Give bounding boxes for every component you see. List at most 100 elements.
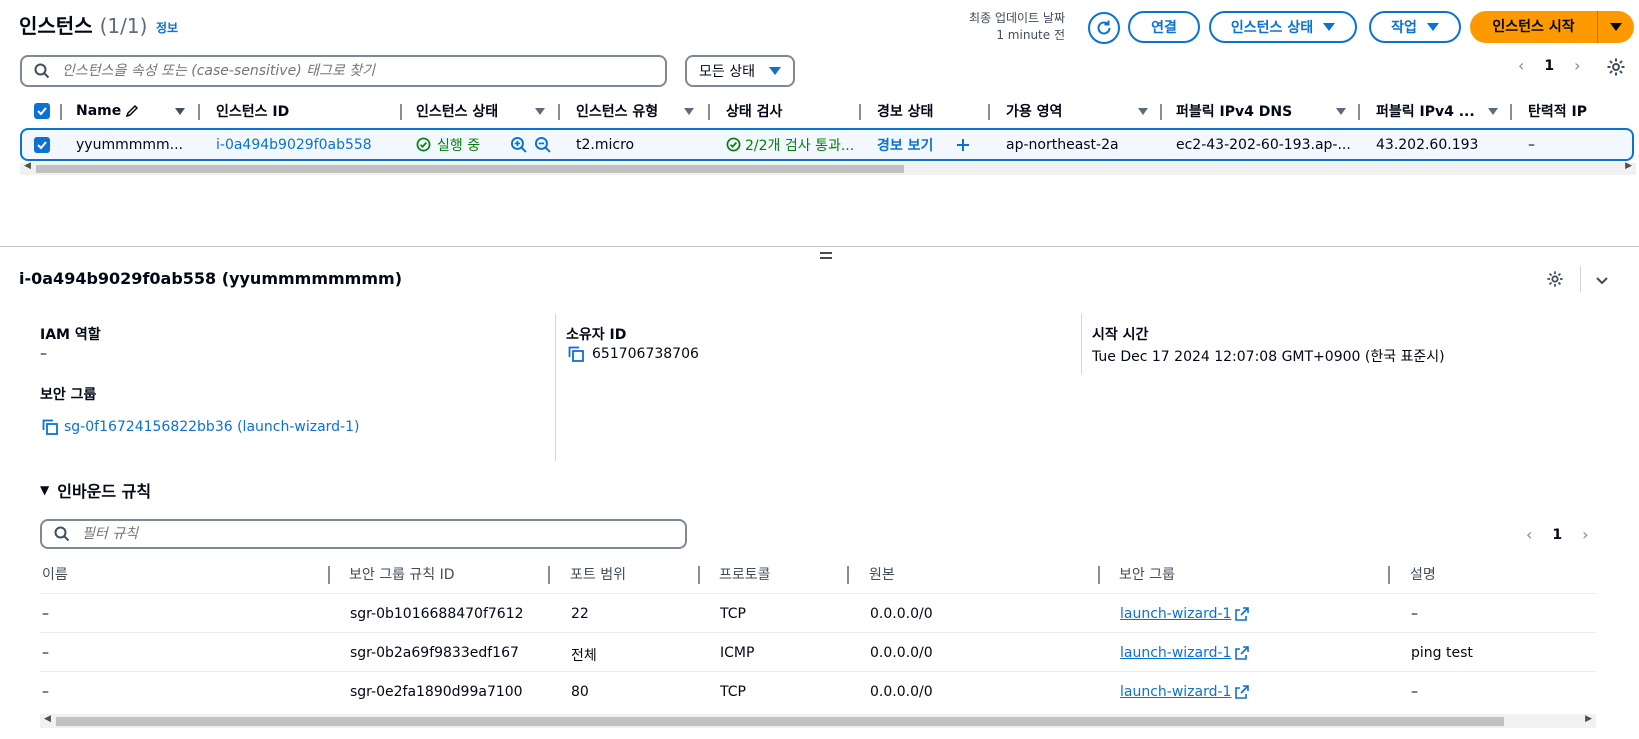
col-protocol: 프로토콜 [719, 567, 771, 583]
col-port-range: 포트 범위 [570, 567, 626, 583]
caret-down-icon: ▼ [40, 483, 50, 497]
edit-icon [126, 104, 139, 118]
launch-instance-button[interactable]: 인스턴스 시작 [1470, 11, 1634, 43]
search-icon [54, 526, 70, 542]
next-page-icon[interactable]: › [1582, 525, 1588, 544]
success-icon [416, 137, 431, 152]
scroll-left-icon[interactable]: ◀ [24, 161, 31, 171]
zoom-out-icon [534, 136, 551, 153]
state-filter-select[interactable]: 모든 상태 [685, 55, 795, 87]
scrollbar-thumb[interactable] [56, 717, 1504, 726]
zoom-out-button[interactable] [534, 130, 551, 159]
last-updated: 최종 업데이트 날짜 1 minute 전 [969, 11, 1065, 42]
col-name[interactable]: Name [76, 96, 139, 126]
col-instance-type[interactable]: 인스턴스 유형 [576, 96, 658, 126]
instance-id-link[interactable]: i-0a494b9029f0ab558 [216, 130, 372, 159]
resize-handle-icon[interactable] [820, 252, 832, 262]
col-rule-id: 보안 그룹 규칙 ID [349, 567, 455, 583]
inbound-horizontal-scrollbar[interactable]: ◀ ▶ [40, 714, 1596, 728]
col-instance-id[interactable]: 인스턴스 ID [216, 96, 289, 126]
success-icon [726, 137, 741, 152]
page-number[interactable]: 1 [1544, 58, 1554, 74]
sort-icon[interactable] [175, 108, 185, 115]
row-checkbox[interactable] [34, 130, 50, 159]
col-status-check[interactable]: 상태 검사 [726, 96, 782, 126]
scrollbar-thumb[interactable] [36, 165, 904, 173]
copy-icon[interactable] [568, 346, 584, 362]
table-horizontal-scrollbar[interactable]: ◀ ▶ [20, 161, 1636, 175]
launch-time-value: Tue Dec 17 2024 12:07:08 GMT+0900 (한국 표준… [1092, 349, 1445, 365]
view-alarms-link[interactable]: 경보 보기 [877, 130, 933, 159]
scroll-left-icon[interactable]: ◀ [44, 714, 51, 724]
scroll-right-icon[interactable]: ▶ [1585, 714, 1592, 724]
refresh-button[interactable] [1088, 12, 1120, 44]
filter-rules-input[interactable] [80, 525, 640, 543]
instance-search[interactable] [20, 55, 667, 87]
instance-state-button[interactable]: 인스턴스 상태 [1209, 11, 1357, 43]
col-public-dns[interactable]: 퍼블릭 IPv4 DNS [1176, 96, 1292, 126]
col-description: 설명 [1410, 567, 1436, 583]
iam-role-value: – [40, 346, 47, 362]
col-alarm-status[interactable]: 경보 상태 [877, 96, 933, 126]
sort-icon[interactable] [535, 108, 545, 115]
inbound-pagination: ‹ 1 › [1526, 525, 1589, 544]
inbound-filter[interactable] [40, 519, 687, 549]
security-group-link[interactable]: launch-wizard-1 [1120, 645, 1231, 661]
collapse-panel-button[interactable] [1594, 272, 1610, 292]
table-header: Name 인스턴스 ID 인스턴스 상태 인스턴스 유형 상태 검사 경보 상태… [20, 96, 1636, 126]
zoom-in-button[interactable] [510, 130, 527, 159]
pagination: ‹ 1 › [1518, 56, 1581, 75]
caret-down-icon [1323, 23, 1336, 31]
launch-dropdown-button[interactable] [1598, 23, 1634, 31]
sort-icon[interactable] [1336, 108, 1346, 115]
col-security-group: 보안 그룹 [1119, 567, 1175, 583]
sort-icon[interactable] [1138, 108, 1148, 115]
col-public-ip[interactable]: 퍼블릭 IPv4 ... [1376, 96, 1475, 126]
inbound-rules-toggle[interactable]: ▼ 인바운드 규칙 [40, 478, 151, 502]
zoom-in-icon [510, 136, 527, 153]
security-group-label: 보안 그룹 [40, 387, 97, 403]
external-link-icon [1235, 685, 1250, 699]
caret-down-icon [1426, 23, 1439, 31]
cell-az: ap-northeast-2a [1006, 136, 1119, 153]
col-elastic-ip[interactable]: 탄력적 IP [1528, 96, 1587, 126]
add-alarm-button[interactable] [956, 130, 970, 159]
refresh-icon [1097, 20, 1111, 35]
security-group-link[interactable]: launch-wizard-1 [1120, 606, 1231, 622]
cell-type: t2.micro [576, 136, 635, 153]
plus-icon [957, 138, 969, 151]
launch-time-label: 시작 시간 [1092, 327, 1149, 343]
cell-public-dns: ec2-43-202-60-193.ap-... [1176, 136, 1351, 153]
connect-button[interactable]: 연결 [1128, 11, 1200, 43]
details-title: i-0a494b9029f0ab558 (yyummmmmmmm) [19, 269, 402, 288]
prev-page-icon[interactable]: ‹ [1518, 56, 1524, 75]
table-row[interactable]: yyummmmm... i-0a494b9029f0ab558 실행 중 t2.… [20, 128, 1634, 161]
search-icon [34, 63, 50, 79]
cell-state: 실행 중 [416, 130, 480, 159]
search-input[interactable] [60, 62, 620, 80]
security-group-link[interactable]: sg-0f16724156822bb36 (launch-wizard-1) [64, 419, 359, 435]
actions-button[interactable]: 작업 [1369, 11, 1461, 43]
owner-id-value: 651706738706 [568, 346, 699, 362]
caret-down-icon [769, 67, 781, 75]
col-name: 이름 [42, 567, 68, 583]
next-page-icon[interactable]: › [1574, 56, 1580, 75]
external-link-icon [1235, 607, 1250, 621]
cell-public-ip: 43.202.60.193 [1376, 136, 1479, 153]
cell-name: yyummmmm... [76, 136, 183, 153]
col-availability-zone[interactable]: 가용 영역 [1006, 96, 1062, 126]
scroll-right-icon[interactable]: ▶ [1625, 161, 1632, 171]
details-preferences-button[interactable] [1546, 270, 1564, 292]
sort-icon[interactable] [1488, 108, 1498, 115]
preferences-button[interactable] [1606, 57, 1626, 81]
security-group-link[interactable]: launch-wizard-1 [1120, 684, 1231, 700]
select-all-checkbox[interactable] [34, 96, 50, 126]
col-source: 원본 [869, 567, 895, 583]
col-instance-state[interactable]: 인스턴스 상태 [416, 96, 498, 126]
prev-page-icon[interactable]: ‹ [1526, 525, 1532, 544]
page-number[interactable]: 1 [1552, 527, 1562, 543]
info-link[interactable]: 정보 [156, 19, 178, 36]
cell-elastic-ip: – [1528, 136, 1535, 153]
copy-icon[interactable] [42, 419, 58, 435]
sort-icon[interactable] [684, 108, 694, 115]
